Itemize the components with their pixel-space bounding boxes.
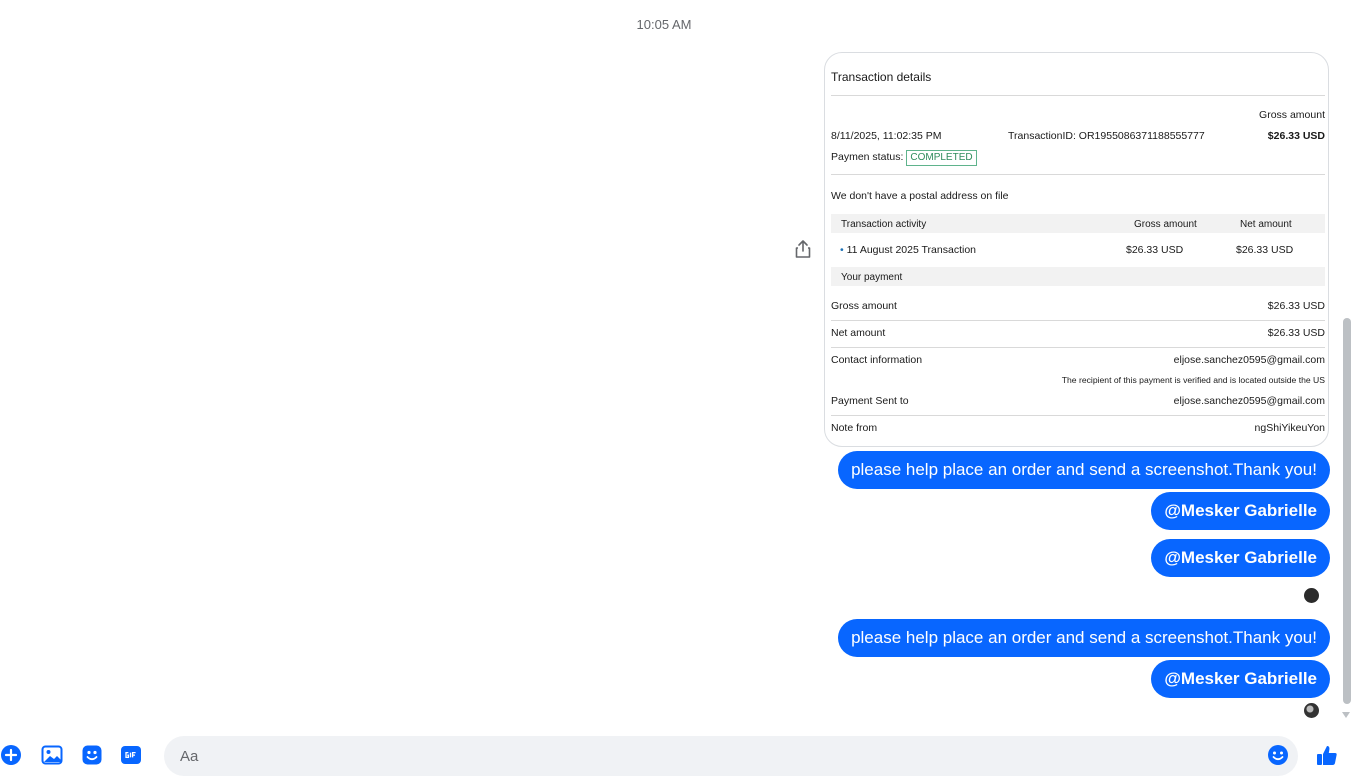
gif-icon[interactable] (120, 744, 142, 766)
receipt-title: Transaction details (831, 70, 932, 84)
message-bubble[interactable]: please help place an order and send a sc… (838, 619, 1330, 657)
read-receipt-avatar (1304, 703, 1319, 718)
row-net-label: Net amount (831, 327, 886, 339)
divider (831, 347, 1325, 348)
add-more-icon[interactable] (0, 744, 22, 766)
activity-row-description: • 11 August 2025 Transaction (840, 244, 976, 256)
message-input[interactable] (178, 744, 1262, 768)
your-payment-label: Your payment (841, 272, 903, 283)
bullet-icon: • (840, 244, 847, 256)
activity-row-net: $26.33 USD (1236, 244, 1294, 256)
row-gross-label: Gross amount (831, 300, 897, 312)
share-icon[interactable] (792, 238, 814, 260)
row-contact-label: Contact information (831, 354, 923, 366)
status-badge: COMPLETED (906, 150, 977, 166)
activity-header-description: Transaction activity (841, 219, 927, 230)
activity-header-gross: Gross amount (1134, 219, 1197, 230)
row-note-label: Note from (831, 422, 878, 434)
row-note-value: ngShiYikeuYon (1254, 422, 1325, 434)
transaction-screenshot-image[interactable]: Transaction details Gross amount 8/11/20… (824, 52, 1329, 447)
message-composer[interactable] (164, 736, 1298, 776)
read-receipt-avatar (1304, 588, 1319, 603)
sticker-icon[interactable] (81, 744, 103, 766)
message-bubble-mention[interactable]: @Mesker Gabrielle (1151, 492, 1330, 530)
your-payment-header (831, 267, 1325, 286)
receipt-transaction-id: TransactionID: OR1955086371188555777 (1008, 130, 1205, 142)
message-bubble-mention[interactable]: @Mesker Gabrielle (1151, 660, 1330, 698)
receipt-gross-total: $26.33 USD (1267, 130, 1325, 142)
scrollbar-thumb[interactable] (1343, 318, 1351, 704)
row-net-value: $26.33 USD (1267, 327, 1325, 339)
message-timestamp: 10:05 AM (636, 17, 692, 32)
receipt-gross-amount-label: Gross amount (1259, 109, 1325, 121)
divider (831, 95, 1325, 96)
activity-row-gross: $26.33 USD (1126, 244, 1184, 256)
thumbs-up-icon[interactable] (1316, 744, 1338, 766)
verified-note: The recipient of this payment is verifie… (1061, 375, 1325, 385)
receipt-status-label: Paymen status: (831, 151, 904, 163)
row-sent-to-value: eljose.sanchez0595@gmail.com (1173, 395, 1325, 407)
divider (831, 320, 1325, 321)
divider (831, 174, 1325, 175)
row-gross-value: $26.33 USD (1267, 300, 1325, 312)
message-bubble[interactable]: please help place an order and send a sc… (838, 451, 1330, 489)
receipt-address-note: We don't have a postal address on file (831, 190, 1009, 202)
row-contact-value: eljose.sanchez0595@gmail.com (1173, 354, 1325, 366)
divider (831, 415, 1325, 416)
row-sent-to-label: Payment Sent to (831, 395, 909, 407)
receipt-date: 8/11/2025, 11:02:35 PM (831, 130, 942, 142)
emoji-icon[interactable] (1267, 744, 1289, 766)
message-bubble-mention[interactable]: @Mesker Gabrielle (1151, 539, 1330, 577)
attach-photo-icon[interactable] (41, 744, 63, 766)
activity-header-net: Net amount (1240, 219, 1292, 230)
receipt-status: Paymen status: COMPLETED (831, 150, 977, 166)
scroll-down-arrow-icon[interactable] (1340, 708, 1352, 720)
